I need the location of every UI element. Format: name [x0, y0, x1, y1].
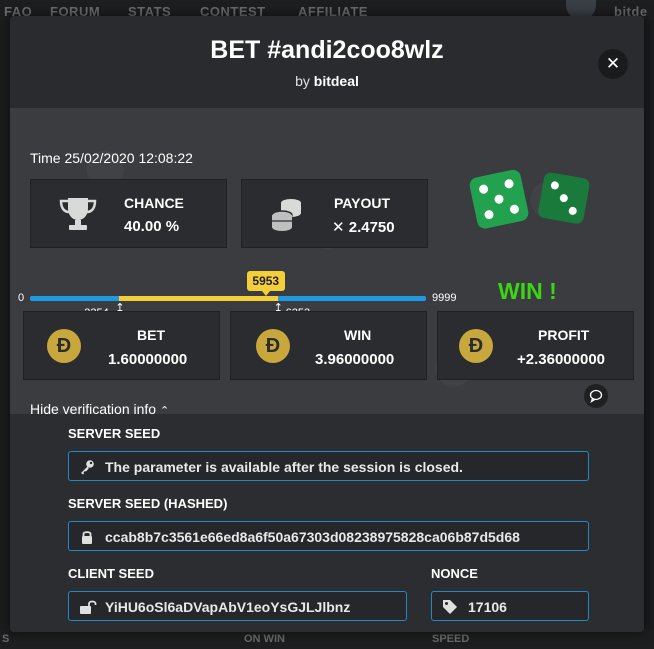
lock-icon: [82, 531, 92, 544]
slider-max-label: 9999: [432, 292, 457, 304]
background-bottom-bar: S ON WIN SPEED: [0, 629, 654, 649]
bet-details-modal: BET #andi2coo8wlz by bitdeal ✕ Time 25/0…: [10, 16, 644, 632]
bet-time: Time 25/02/2020 12:08:22: [30, 150, 193, 166]
dogecoin-icon: Đ: [459, 329, 493, 363]
bet-amount-box: Đ BET 1.60000000: [23, 311, 220, 380]
chance-value: 40.00 %: [124, 218, 180, 235]
bottom-label-on-win: ON WIN: [244, 633, 285, 645]
dogecoin-icon: Đ: [47, 329, 81, 363]
nonce-field[interactable]: 17106: [431, 591, 589, 621]
bottom-label-s: S: [2, 633, 10, 645]
modal-title: BET #andi2coo8wlz: [210, 36, 444, 64]
tag-icon: [443, 600, 457, 614]
server-seed-label: SERVER SEED: [68, 426, 161, 441]
unlock-icon: [80, 600, 97, 614]
roll-result-bubble: 5953: [246, 271, 285, 296]
nonce-label: NONCE: [431, 566, 478, 581]
chat-bubble-icon[interactable]: [584, 384, 608, 408]
bettor-username[interactable]: bitdeal: [314, 73, 359, 89]
payout-label: PAYOUT: [334, 195, 391, 211]
win-value: 3.96000000: [315, 351, 395, 368]
server-seed-hashed-field[interactable]: ccab8b7c3561e66ed8a6f50a67303d0823897582…: [68, 521, 589, 551]
close-button[interactable]: ✕: [598, 49, 628, 79]
coins-icon: [271, 199, 301, 231]
bet-value: 1.60000000: [108, 351, 188, 368]
dice-icon: [469, 169, 590, 229]
client-seed-value: YiHU6oSl6aDVapAbV1eoYsGJLJlbnz: [105, 599, 351, 615]
client-seed-label: CLIENT SEED: [68, 566, 154, 581]
close-icon: ✕: [605, 54, 621, 73]
server-seed-hashed-value: ccab8b7c3561e66ed8a6f50a67303d0823897582…: [105, 529, 520, 545]
server-seed-field[interactable]: The parameter is available after the ses…: [68, 451, 589, 481]
modal-header: BET #andi2coo8wlz by bitdeal ✕: [10, 16, 644, 108]
server-seed-hashed-label: SERVER SEED (HASHED): [68, 496, 228, 511]
payout-box: PAYOUT ✕ 2.4750: [241, 179, 428, 248]
bottom-label-speed: SPEED: [432, 633, 470, 645]
verification-panel: SERVER SEED The parameter is available a…: [10, 414, 644, 632]
client-seed-field[interactable]: YiHU6oSl6aDVapAbV1eoYsGJLJlbnz: [68, 591, 407, 621]
profit-amount-box: Đ PROFIT +2.36000000: [437, 311, 634, 380]
speech-bubble-icon: [589, 389, 603, 403]
key-icon: [81, 460, 94, 475]
bet-label: BET: [137, 327, 165, 343]
nonce-value: 17106: [468, 599, 507, 615]
win-amount-box: Đ WIN 3.96000000: [230, 311, 427, 380]
bet-summary-area: Time 25/02/2020 12:08:22 CHANCE 40.00 %: [10, 108, 644, 417]
trophy-icon: [59, 198, 97, 230]
profit-label: PROFIT: [538, 327, 590, 343]
dogecoin-icon: Đ: [256, 329, 290, 363]
payout-value: ✕ 2.4750: [332, 219, 395, 236]
by-prefix: by: [295, 73, 310, 89]
chance-label: CHANCE: [124, 195, 184, 211]
chance-box: CHANCE 40.00 %: [30, 179, 227, 248]
profit-value: +2.36000000: [517, 351, 606, 368]
server-seed-value: The parameter is available after the ses…: [105, 459, 463, 475]
slider-win-range: [119, 296, 278, 301]
modal-subtitle: by bitdeal: [10, 73, 644, 89]
win-label: WIN: [344, 327, 372, 343]
result-text: WIN !: [498, 278, 557, 304]
slider-min-label: 0: [18, 292, 25, 304]
